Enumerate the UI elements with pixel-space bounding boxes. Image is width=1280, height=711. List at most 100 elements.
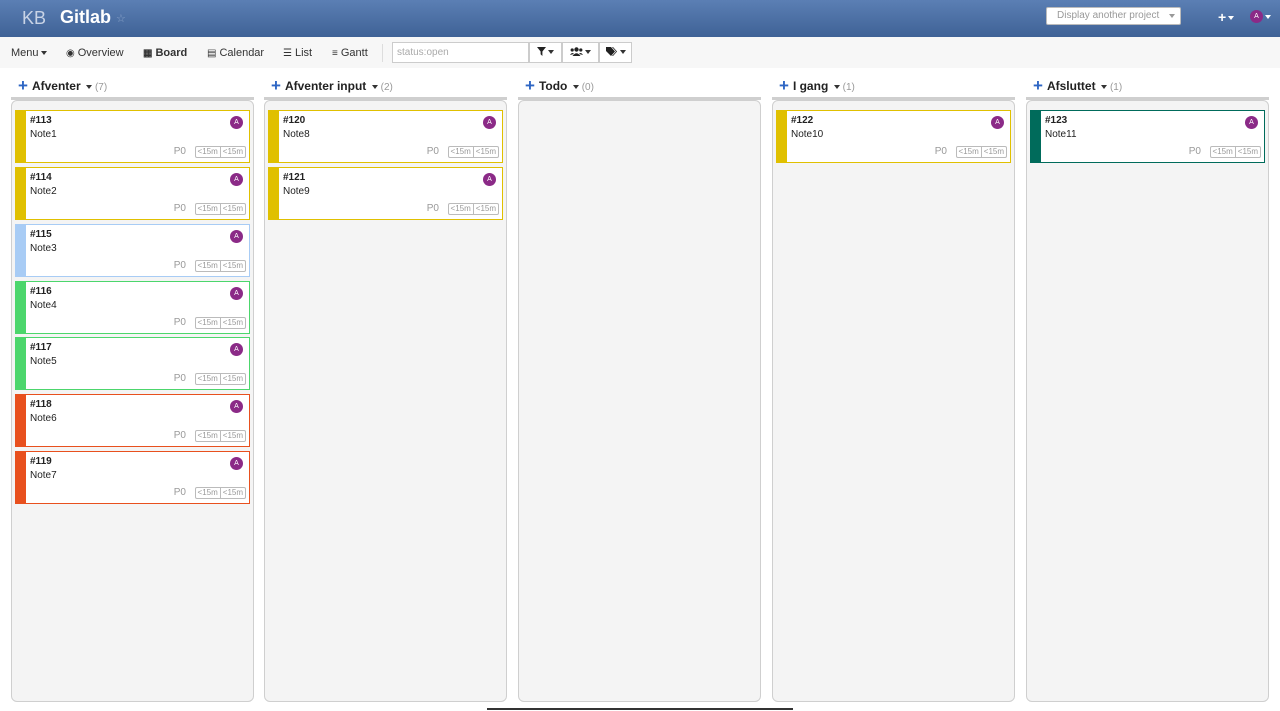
column-title[interactable]: Afventer input <box>285 79 366 93</box>
tab-calendar[interactable]: ▤ Calendar <box>207 47 264 59</box>
add-card-icon[interactable]: + <box>525 76 535 95</box>
assignee-avatar[interactable]: A <box>230 116 243 129</box>
time-estimates: <15m <15m <box>194 260 246 272</box>
project-select[interactable]: Display another project <box>1046 7 1181 25</box>
card-color-stripe <box>16 168 26 219</box>
chevron-down-icon[interactable] <box>572 84 579 89</box>
search-input[interactable] <box>392 42 529 63</box>
menu-button[interactable]: Menu <box>11 47 47 59</box>
column-title[interactable]: Afventer <box>32 79 81 93</box>
card-color-stripe <box>16 338 26 389</box>
chevron-down-icon[interactable] <box>1100 84 1107 89</box>
assignee-avatar[interactable]: A <box>1245 116 1258 129</box>
issue-card[interactable]: #119 Note7 A P0 <15m <15m <box>15 451 250 504</box>
add-card-icon[interactable]: + <box>1033 76 1043 95</box>
card-number[interactable]: #115 <box>30 229 52 240</box>
logo[interactable]: KB <box>22 8 46 29</box>
user-menu[interactable]: A <box>1250 10 1271 23</box>
column-header[interactable]: + Todo (0) <box>518 76 761 96</box>
column-title[interactable]: I gang <box>793 79 828 93</box>
spent-time: <15m <box>980 147 1006 157</box>
tab-list[interactable]: ☰ List <box>283 47 312 59</box>
tab-board[interactable]: ▦ Board <box>143 47 187 59</box>
assignee-avatar[interactable]: A <box>991 116 1004 129</box>
add-card-icon[interactable]: + <box>779 76 789 95</box>
card-number[interactable]: #122 <box>791 115 813 126</box>
assignee-avatar[interactable]: A <box>230 173 243 186</box>
column-count: (0) <box>581 82 594 93</box>
users-icon <box>570 47 583 56</box>
add-card-icon[interactable]: + <box>271 76 281 95</box>
column-body <box>518 100 761 702</box>
card-number[interactable]: #119 <box>30 456 52 467</box>
chevron-down-icon[interactable] <box>833 84 840 89</box>
card-number[interactable]: #123 <box>1045 115 1067 126</box>
issue-card[interactable]: #113 Note1 A P0 <15m <15m <box>15 110 250 163</box>
project-title[interactable]: Gitlab <box>60 7 111 28</box>
assignee-avatar[interactable]: A <box>230 457 243 470</box>
add-card-icon[interactable]: + <box>18 76 28 95</box>
card-number[interactable]: #113 <box>30 115 52 126</box>
column-header[interactable]: + Afventer (7) <box>11 76 254 96</box>
estimate-time: <15m <box>958 147 979 156</box>
assignee-avatar[interactable]: A <box>483 116 496 129</box>
spent-time: <15m <box>219 431 245 441</box>
assignee-avatar[interactable]: A <box>230 230 243 243</box>
column-count: (7) <box>94 82 108 93</box>
issue-card[interactable]: #120 Note8 A P0 <15m <15m <box>268 110 503 163</box>
chevron-down-icon <box>1265 14 1271 19</box>
estimate-time: <15m <box>197 318 218 327</box>
eye-icon: ◉ <box>66 48 75 59</box>
filter-button[interactable] <box>529 42 562 63</box>
tab-overview-label: Overview <box>77 47 124 59</box>
issue-card[interactable]: #121 Note9 A P0 <15m <15m <box>268 167 503 220</box>
time-estimates: <15m <15m <box>1209 146 1261 158</box>
users-filter-button[interactable] <box>562 42 599 63</box>
board-column: + Afventer (7) #113 Note1 A P0 <15m <15m #114 Not… <box>11 76 254 702</box>
assignee-avatar[interactable]: A <box>230 400 243 413</box>
column-title[interactable]: Afsluttet <box>1047 79 1096 93</box>
tags-filter-button[interactable] <box>599 42 632 63</box>
issue-card[interactable]: #122 Note10 A P0 <15m <15m <box>776 110 1011 163</box>
assignee-avatar[interactable]: A <box>230 343 243 356</box>
column-header[interactable]: + I gang (1) <box>772 76 1015 96</box>
assignee-avatar[interactable]: A <box>230 287 243 300</box>
column-header[interactable]: + Afsluttet (1) <box>1026 76 1269 96</box>
tab-gantt[interactable]: ≡ Gantt <box>332 47 368 59</box>
card-number[interactable]: #118 <box>30 399 52 410</box>
assignee-avatar[interactable]: A <box>483 173 496 186</box>
card-priority: P0 <box>173 260 186 271</box>
card-number[interactable]: #117 <box>30 342 52 353</box>
card-title: Note11 <box>1045 129 1077 140</box>
issue-card[interactable]: #118 Note6 A P0 <15m <15m <box>15 394 250 447</box>
issue-card[interactable]: #117 Note5 A P0 <15m <15m <box>15 337 250 390</box>
top-header: KB Gitlab ☆ Display another project + A <box>0 0 1280 37</box>
card-number[interactable]: #114 <box>30 172 52 183</box>
issue-card[interactable]: #116 Note4 A P0 <15m <15m <box>15 281 250 334</box>
card-number[interactable]: #120 <box>283 115 305 126</box>
create-menu-button[interactable]: + <box>1218 9 1235 25</box>
card-number[interactable]: #121 <box>283 172 305 183</box>
favorite-star-icon[interactable]: ☆ <box>116 12 126 25</box>
issue-card[interactable]: #123 Note11 A P0 <15m <15m <box>1030 110 1265 163</box>
estimate-time: <15m <box>450 147 471 156</box>
board-column: + Afsluttet (1) #123 Note11 A P0 <15m <15m <box>1026 76 1269 702</box>
chevron-down-icon[interactable] <box>371 84 378 89</box>
spent-time: <15m <box>219 374 245 384</box>
chevron-down-icon <box>585 50 591 55</box>
card-number[interactable]: #116 <box>30 286 52 297</box>
chevron-down-icon[interactable] <box>85 84 92 89</box>
horizontal-scrollbar[interactable] <box>487 708 793 710</box>
card-title: Note9 <box>283 186 310 197</box>
tab-overview[interactable]: ◉ Overview <box>66 47 124 59</box>
card-title: Note8 <box>283 129 310 140</box>
filter-icon <box>537 47 546 56</box>
column-header[interactable]: + Afventer input (2) <box>264 76 507 96</box>
column-count: (2) <box>380 82 393 93</box>
card-color-stripe <box>16 395 26 446</box>
issue-card[interactable]: #114 Note2 A P0 <15m <15m <box>15 167 250 220</box>
card-color-stripe <box>16 452 26 503</box>
card-title: Note3 <box>30 243 57 254</box>
column-title[interactable]: Todo <box>539 79 567 93</box>
issue-card[interactable]: #115 Note3 A P0 <15m <15m <box>15 224 250 277</box>
